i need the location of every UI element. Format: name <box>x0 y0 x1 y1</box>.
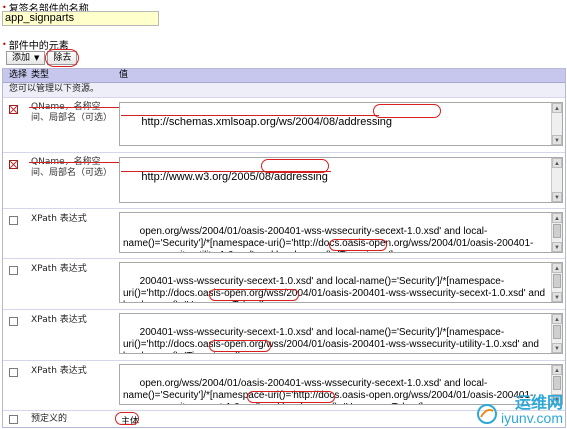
row-type: XPath 表达式 <box>31 264 87 274</box>
highlight-annotation <box>209 340 271 352</box>
watermark-en-text: iyunv.com <box>501 410 563 426</box>
row-value-input[interactable]: http://schemas.xmlsoap.org/ws/2004/08/ad… <box>119 102 563 146</box>
row-type: QName，名称空间、局部名（可选） <box>31 157 113 178</box>
scroll-down-icon[interactable]: ▼ <box>552 292 562 302</box>
table-header: 选择 类型 值 <box>3 69 565 83</box>
column-header-value: 值 <box>119 70 129 80</box>
table-row: XPath 表达式 200401-wss-wssecurity-secext-1… <box>3 309 565 360</box>
watermark-logo-icon <box>477 404 498 424</box>
elements-table: 选择 类型 值 您可以管理以下资源。 QName，名称空间、局部名（可选） ht… <box>2 68 566 428</box>
table-row: QName，名称空间、局部名（可选） http://schemas.xmlsoa… <box>3 97 565 152</box>
scrollbar-thumb[interactable] <box>553 376 561 390</box>
scroll-up-icon[interactable]: ▲ <box>552 103 562 113</box>
row-checkbox[interactable] <box>9 160 18 169</box>
scroll-up-icon[interactable]: ▲ <box>552 263 562 273</box>
table-info-text: 您可以管理以下资源。 <box>3 83 565 97</box>
column-header-select: 选择 <box>9 70 28 80</box>
scroll-up-icon[interactable]: ▲ <box>552 213 562 223</box>
row-checkbox[interactable] <box>9 105 18 114</box>
add-button[interactable]: 添加 ▼ <box>6 51 46 65</box>
elements-toolbar: 添加 ▼ 除去 <box>6 49 80 67</box>
row-checkbox[interactable] <box>9 415 18 424</box>
scroll-down-icon[interactable]: ▼ <box>552 242 562 252</box>
row-type: XPath 表达式 <box>31 315 87 325</box>
row-checkbox[interactable] <box>9 368 18 377</box>
table-row: XPath 表达式 200401-wss-wssecurity-secext-1… <box>3 258 565 309</box>
site-watermark: 运维网 iyunv.com <box>476 395 563 425</box>
row-type: XPath 表达式 <box>31 366 87 376</box>
scroll-down-icon[interactable]: ▼ <box>552 343 562 353</box>
scroll-up-icon[interactable]: ▲ <box>552 314 562 324</box>
table-row: XPath 表达式 open.org/wss/2004/01/oasis-200… <box>3 208 565 258</box>
required-marker-icon: • <box>2 40 7 49</box>
remove-button[interactable]: 除去 <box>45 49 80 67</box>
scrollbar-thumb[interactable] <box>553 224 561 238</box>
row-checkbox[interactable] <box>9 317 18 326</box>
highlight-annotation <box>209 289 299 301</box>
row-type: QName，名称空间、局部名（可选） <box>31 102 113 123</box>
scrollbar[interactable]: ▲ ▼ <box>551 158 562 202</box>
highlight-annotation <box>373 104 441 118</box>
table-row: QName，名称空间、局部名（可选） http://www.w3.org/200… <box>3 152 565 208</box>
row-checkbox[interactable] <box>9 266 18 275</box>
row-value-input[interactable]: 200401-wss-wssecurity-secext-1.0.xsd' an… <box>119 313 563 354</box>
scrollbar[interactable]: ▲ ▼ <box>551 314 562 353</box>
watermark-cn-text: 运维网 <box>514 393 563 412</box>
scrollbar[interactable]: ▲ ▼ <box>551 263 562 302</box>
highlight-annotation <box>115 412 139 425</box>
scrollbar[interactable]: ▲ ▼ <box>551 103 562 145</box>
scrollbar-thumb[interactable] <box>553 325 561 339</box>
underline-annotation <box>121 171 331 172</box>
underline-annotation <box>121 115 379 116</box>
scrollbar-thumb[interactable] <box>553 274 561 288</box>
row-checkbox[interactable] <box>9 216 18 225</box>
row-value-input[interactable]: 200401-wss-wssecurity-secext-1.0.xsd' an… <box>119 262 563 303</box>
scroll-down-icon[interactable]: ▼ <box>552 135 562 145</box>
highlight-annotation <box>329 239 387 251</box>
scroll-up-icon[interactable]: ▲ <box>552 365 562 375</box>
highlight-annotation <box>247 391 335 403</box>
chevron-down-icon: ▼ <box>34 54 40 62</box>
part-name-input[interactable]: app_signparts <box>2 11 159 26</box>
column-header-type: 类型 <box>31 70 50 80</box>
strike-annotation <box>29 107 129 108</box>
row-value-input[interactable]: http://www.w3.org/2005/08/addressing ▲ ▼ <box>119 157 563 203</box>
row-type: 预定义的 <box>31 414 68 424</box>
scrollbar[interactable]: ▲ ▼ <box>551 213 562 252</box>
scroll-down-icon[interactable]: ▼ <box>552 192 562 202</box>
row-type: XPath 表达式 <box>31 214 87 224</box>
scroll-up-icon[interactable]: ▲ <box>552 158 562 168</box>
